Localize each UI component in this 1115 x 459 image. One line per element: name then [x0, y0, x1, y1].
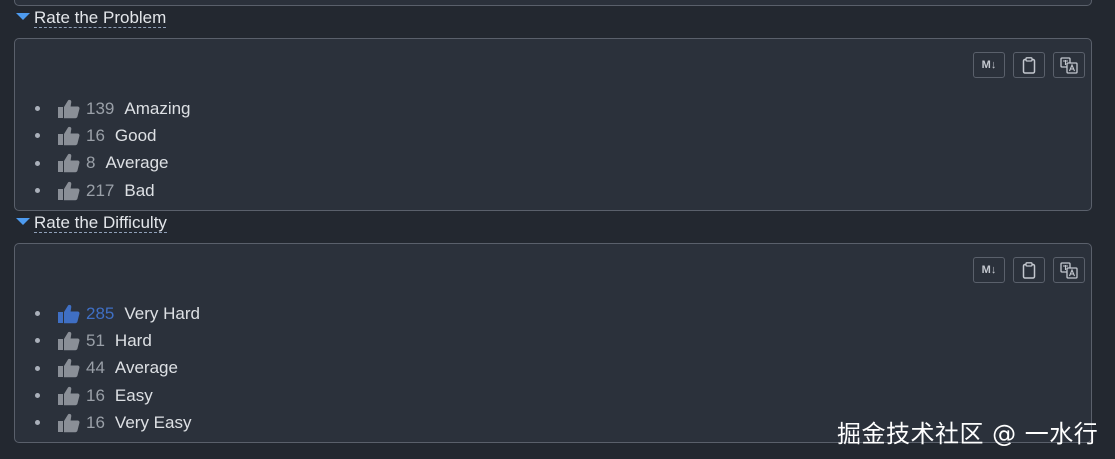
- list-bullet: [35, 160, 40, 166]
- list-bullet: [35, 338, 40, 344]
- section-title: Rate the Problem: [34, 8, 167, 28]
- markdown-icon: M↓: [981, 264, 997, 276]
- panel-toolbar: M↓: [973, 52, 1085, 78]
- option-label: Average: [114, 358, 178, 378]
- translate-icon: [1060, 261, 1078, 279]
- section-toggle-rate-difficulty[interactable]: Rate the Difficulty: [16, 213, 167, 233]
- option-label: Average: [105, 153, 169, 173]
- option-label: Very Hard: [124, 303, 200, 323]
- vote-count: 16: [86, 125, 105, 145]
- vote-count: 51: [86, 330, 105, 350]
- option-average[interactable]: 44 Average: [35, 355, 200, 382]
- list-bullet: [35, 188, 40, 194]
- option-bad[interactable]: 217 Bad: [35, 177, 191, 204]
- panel-toolbar: M↓: [973, 257, 1085, 283]
- option-label: Bad: [124, 180, 155, 200]
- thumbs-up-icon: [58, 99, 80, 118]
- rate-problem-options: 139 Amazing 16 Good 8 Average 217 Bad: [35, 95, 191, 204]
- rate-problem-panel: M↓ 139 Amazing 16 Good 8 Average 217 Bad: [14, 38, 1092, 211]
- expand-triangle-icon: [16, 217, 30, 225]
- option-amazing[interactable]: 139 Amazing: [35, 95, 191, 122]
- copy-button[interactable]: [1013, 257, 1045, 283]
- list-bullet: [35, 133, 40, 139]
- rate-difficulty-options: 285 Very Hard 51 Hard 44 Average 16 Easy…: [35, 300, 200, 436]
- translate-icon: [1060, 56, 1078, 74]
- option-very-hard[interactable]: 285 Very Hard: [35, 300, 200, 327]
- section-title: Rate the Difficulty: [34, 213, 167, 233]
- markdown-icon: M↓: [981, 59, 997, 71]
- vote-count: 8: [86, 153, 96, 173]
- option-label: Hard: [114, 330, 152, 350]
- translate-button[interactable]: [1053, 52, 1085, 78]
- thumbs-up-icon: [58, 331, 80, 351]
- vote-count: 16: [86, 385, 105, 405]
- thumbs-up-icon: [58, 386, 80, 405]
- markdown-button[interactable]: M↓: [973, 52, 1005, 78]
- option-average[interactable]: 8 Average: [35, 150, 191, 177]
- option-very-easy[interactable]: 16 Very Easy: [35, 409, 200, 436]
- vote-count: 217: [86, 180, 115, 200]
- thumbs-up-icon: [58, 413, 80, 433]
- expand-triangle-icon: [16, 12, 30, 20]
- vote-count: 44: [86, 358, 105, 378]
- option-hard[interactable]: 51 Hard: [35, 327, 200, 354]
- section-toggle-rate-problem[interactable]: Rate the Problem: [16, 8, 167, 28]
- vote-count: 285: [86, 303, 115, 323]
- list-bullet: [35, 365, 40, 371]
- thumbs-up-icon: [58, 181, 80, 200]
- thumbs-up-icon: [58, 359, 80, 378]
- thumbs-up-icon: [58, 154, 80, 173]
- markdown-button[interactable]: M↓: [973, 257, 1005, 283]
- option-label: Easy: [114, 385, 153, 405]
- option-label: Very Easy: [114, 412, 192, 432]
- clipboard-icon: [1022, 56, 1036, 74]
- list-bullet: [35, 393, 40, 399]
- list-bullet: [35, 420, 40, 426]
- option-easy[interactable]: 16 Easy: [35, 382, 200, 409]
- translate-button[interactable]: [1053, 257, 1085, 283]
- vote-count: 16: [86, 412, 105, 432]
- clipboard-icon: [1022, 261, 1036, 279]
- list-bullet: [35, 311, 40, 317]
- copy-button[interactable]: [1013, 52, 1045, 78]
- option-label: Amazing: [124, 98, 191, 118]
- thumbs-up-icon: [58, 126, 80, 146]
- vote-count: 139: [86, 98, 115, 118]
- rate-difficulty-panel: M↓ 285 Very Hard 51 Hard 44 Average 16 E…: [14, 243, 1092, 443]
- option-good[interactable]: 16 Good: [35, 122, 191, 149]
- watermark-text: 掘金技术社区 @ 一水行: [837, 420, 1099, 448]
- list-bullet: [35, 106, 40, 112]
- previous-panel-edge: [14, 0, 1092, 6]
- thumbs-up-icon-active: [58, 304, 80, 323]
- option-label: Good: [114, 125, 157, 145]
